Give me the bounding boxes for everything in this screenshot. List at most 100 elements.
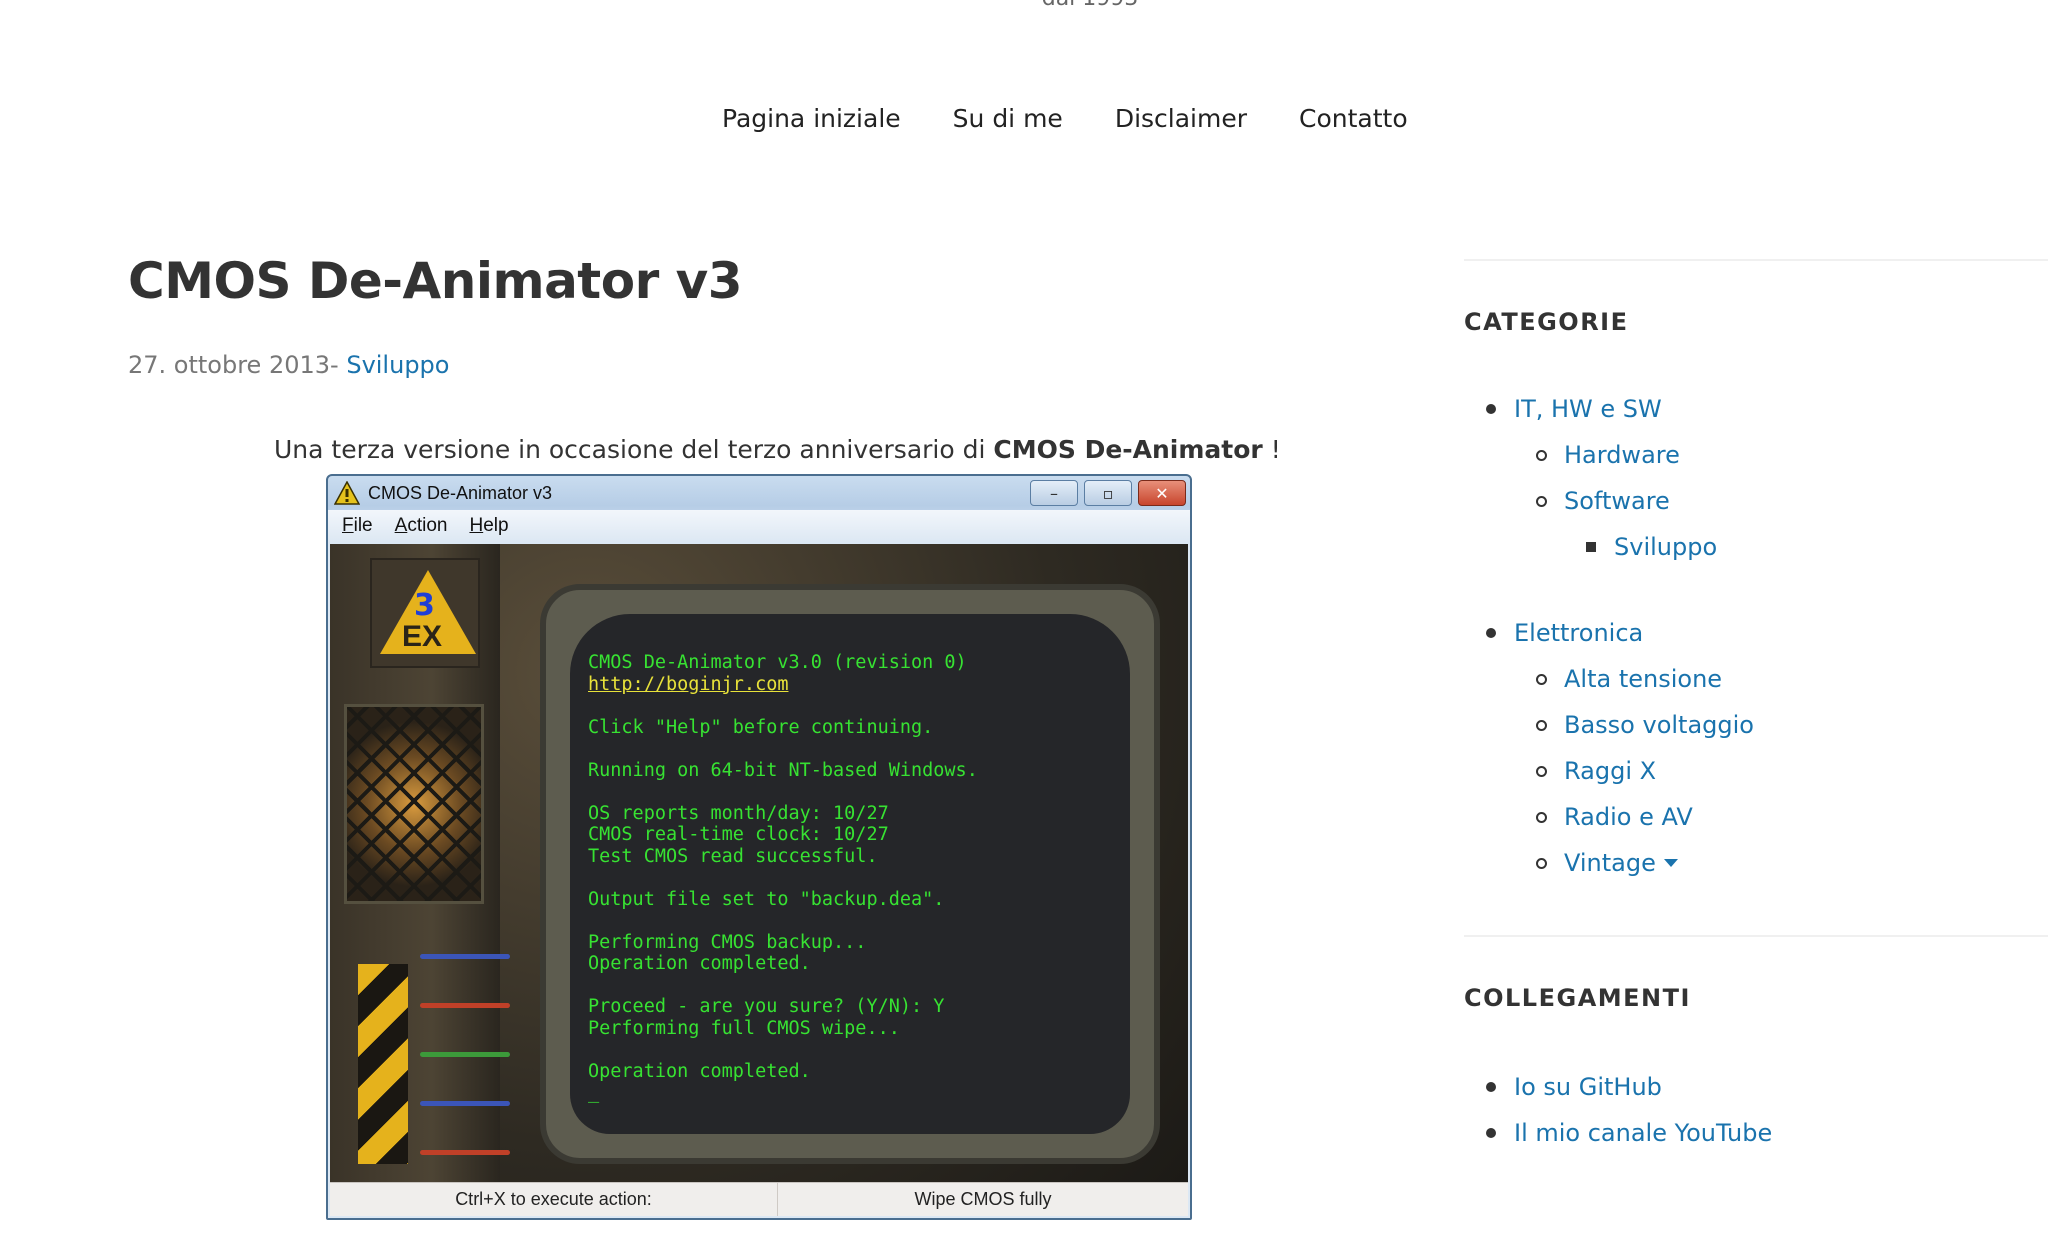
- categories-list: IT, HW e SW Hardware Software Sviluppo Elett…: [1464, 386, 1754, 886]
- bullet-icon: [1536, 857, 1547, 869]
- terminal-line: Operation completed.: [588, 1060, 811, 1082]
- category-item: Vintage: [1464, 840, 1754, 886]
- post-date: 27. ottobre 2013-: [128, 351, 347, 379]
- maximize-button: ▫: [1084, 480, 1132, 506]
- post-title: CMOS De-Animator v3: [128, 252, 743, 310]
- bullet-icon: [1536, 673, 1547, 685]
- terminal-line: CMOS real-time clock: 10/27: [588, 824, 889, 845]
- category-link[interactable]: Basso voltaggio: [1564, 711, 1754, 739]
- intro-text: Una terza versione in occasione del terz…: [274, 435, 994, 464]
- category-link[interactable]: IT, HW e SW: [1514, 395, 1662, 423]
- post-meta: 27. ottobre 2013- Sviluppo: [128, 351, 449, 379]
- main-nav: Pagina iniziale Su di me Disclaimer Cont…: [722, 104, 1408, 133]
- sidebar-divider: [1464, 259, 2048, 261]
- terminal-line: Operation completed.: [588, 953, 811, 974]
- post-intro: Una terza versione in occasione del terz…: [274, 435, 1281, 464]
- category-link[interactable]: Software: [1564, 487, 1670, 515]
- bullet-icon: [1486, 1082, 1496, 1092]
- category-item: Elettronica: [1464, 610, 1754, 656]
- menu-file: File: [342, 515, 373, 536]
- terminal-line: Running on 64-bit NT-based Windows.: [588, 759, 978, 781]
- app-client-area: 3 EX CMOS De-Animator v3.0 (revision 0) h…: [330, 544, 1188, 1182]
- nav-item-home[interactable]: Pagina iniziale: [722, 104, 901, 133]
- category-item: Alta tensione: [1464, 656, 1754, 702]
- dropdown-caret-icon[interactable]: [1663, 859, 1678, 867]
- link-item: Io su GitHub: [1464, 1064, 1772, 1110]
- category-item: IT, HW e SW: [1464, 386, 1754, 432]
- terminal-output: CMOS De-Animator v3.0 (revision 0) http:/…: [588, 652, 978, 1104]
- category-link[interactable]: Elettronica: [1514, 619, 1643, 647]
- category-link[interactable]: Alta tensione: [1564, 665, 1722, 693]
- bullet-icon: [1486, 404, 1496, 414]
- ex-badge-text: EX: [402, 620, 443, 653]
- close-button: ✕: [1138, 480, 1186, 506]
- categories-title: CATEGORIE: [1464, 308, 1629, 336]
- terminal-line: Proceed - are you sure? (Y/N): Y: [588, 996, 945, 1017]
- terminal-line: OS reports month/day: 10/27: [588, 802, 889, 824]
- warning-triangle-icon: [334, 481, 360, 505]
- category-item: Raggi X: [1464, 748, 1754, 794]
- category-item: Basso voltaggio: [1464, 702, 1754, 748]
- link-link[interactable]: Il mio canale YouTube: [1514, 1119, 1772, 1147]
- category-item: Software: [1464, 478, 1754, 524]
- terminal-link: http://boginjr.com: [588, 673, 789, 695]
- terminal-line: Performing full CMOS wipe...: [588, 1017, 900, 1039]
- terminal-line: Performing CMOS backup...: [588, 931, 867, 953]
- minimize-button: –: [1030, 480, 1078, 506]
- bullet-icon: [1536, 495, 1547, 507]
- site-tagline: – dal 1993 –: [0, 0, 2048, 11]
- category-item: Radio e AV: [1464, 794, 1754, 840]
- category-item: Sviluppo: [1464, 524, 1754, 570]
- category-link[interactable]: Vintage: [1564, 849, 1656, 877]
- category-item: Hardware: [1464, 432, 1754, 478]
- menu-action: Action: [394, 515, 448, 536]
- sidebar-divider: [1464, 935, 2048, 937]
- status-action: Wipe CMOS fully: [914, 1189, 1052, 1209]
- bullet-icon: [1486, 628, 1496, 638]
- machinery-panel: 3 EX: [330, 544, 510, 1182]
- bullet-icon: [1486, 1128, 1496, 1138]
- app-title: CMOS De-Animator v3: [368, 482, 553, 503]
- terminal-line: _: [588, 1082, 600, 1103]
- bullet-icon: [1586, 542, 1596, 552]
- ex-badge: 3 EX: [370, 558, 480, 668]
- category-link[interactable]: Raggi X: [1564, 757, 1656, 785]
- bullet-icon: [1536, 765, 1547, 777]
- app-menubar: File Action Help: [328, 510, 1190, 542]
- terminal-line: CMOS De-Animator v3.0 (revision 0): [588, 652, 967, 673]
- intro-end: !: [1262, 435, 1281, 464]
- links-list: Io su GitHub Il mio canale YouTube: [1464, 1064, 1772, 1156]
- terminal-line: Click "Help" before continuing.: [588, 716, 934, 738]
- post-category-link[interactable]: Sviluppo: [346, 351, 449, 379]
- link-item: Il mio canale YouTube: [1464, 1110, 1772, 1156]
- nav-item-about[interactable]: Su di me: [953, 104, 1063, 133]
- nav-item-disclaimer[interactable]: Disclaimer: [1115, 104, 1247, 133]
- status-hint: Ctrl+X to execute action:: [330, 1183, 778, 1216]
- bullet-icon: [1536, 719, 1547, 731]
- app-screenshot: CMOS De-Animator v3 – ▫ ✕ File Action He…: [326, 474, 1192, 1220]
- menu-help: Help: [469, 515, 509, 536]
- category-link[interactable]: Sviluppo: [1614, 533, 1717, 561]
- terminal-line: Test CMOS read successful.: [588, 845, 878, 867]
- lamp-grille: [344, 704, 484, 904]
- app-statusbar: Ctrl+X to execute action: Wipe CMOS full…: [330, 1182, 1188, 1216]
- app-titlebar: CMOS De-Animator v3 – ▫ ✕: [328, 476, 1190, 510]
- links-title: COLLEGAMENTI: [1464, 984, 1691, 1012]
- category-link[interactable]: Radio e AV: [1564, 803, 1693, 831]
- intro-bold: CMOS De-Animator: [993, 435, 1263, 464]
- hazard-stripes: [358, 964, 408, 1164]
- wires: [420, 954, 510, 1199]
- ex-badge-number: 3: [414, 588, 435, 623]
- nav-item-contact[interactable]: Contatto: [1299, 104, 1408, 133]
- link-link[interactable]: Io su GitHub: [1514, 1073, 1662, 1101]
- terminal-line: Output file set to "backup.dea".: [588, 888, 945, 910]
- bullet-icon: [1536, 811, 1547, 823]
- category-link[interactable]: Hardware: [1564, 441, 1680, 469]
